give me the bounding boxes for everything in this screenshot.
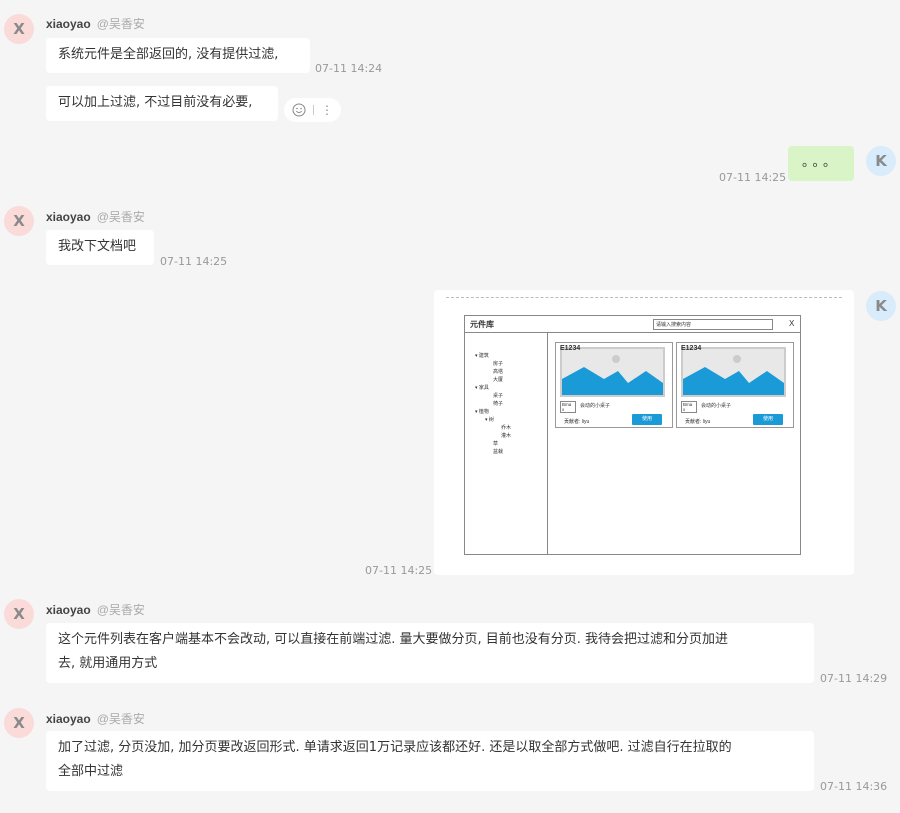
tree-node: ▾ 植物 — [475, 409, 489, 415]
avatar-letter: X — [13, 714, 25, 732]
message-bubble: 。。。 — [788, 146, 854, 181]
author-name: xiaoyao — [46, 712, 91, 726]
tree-node: 房子 — [493, 361, 504, 367]
message-timestamp: 07-11 14:24 — [315, 62, 383, 75]
tree-node: 桌子 — [493, 393, 504, 399]
tree-node: 高塔 — [493, 369, 504, 375]
avatar-letter: K — [875, 152, 887, 170]
component-card: E1234 Bma x 会动的小桌子 贡献者: liyu 使用 — [555, 342, 673, 428]
tree-node: 椅子 — [493, 401, 504, 407]
message-timestamp: 07-11 14:25 — [160, 255, 228, 268]
sender-name: xiaoyao @吴香安 — [46, 208, 145, 225]
message-timestamp: 07-11 14:29 — [820, 672, 888, 685]
message-line: 这个元件列表在客户端基本不会改动, 可以直接在前端过滤. 量大要做分页, 目前也… — [58, 632, 729, 647]
avatar[interactable]: K — [866, 146, 896, 176]
avatar[interactable]: X — [4, 14, 34, 44]
card-tag: Bma x — [560, 401, 576, 413]
tree-node: ▾ 树 — [485, 417, 494, 423]
divider — [465, 332, 800, 333]
author-name: xiaoyao — [46, 603, 91, 617]
message-actions: ⋮ — [284, 98, 341, 122]
card-name: 会动的小桌子 — [701, 403, 732, 409]
tree-node: 盆栽 — [493, 449, 504, 455]
author-handle: @吴香安 — [96, 603, 145, 617]
message-bubble: 加了过滤, 分页没加, 加分页要改返回形式. 单请求返回1万记录应该都还好. 还… — [46, 731, 814, 791]
image-placeholder — [681, 347, 786, 397]
wireframe-title: 元件库 — [470, 320, 494, 329]
card-id: E1234 — [681, 345, 702, 352]
avatar[interactable]: X — [4, 708, 34, 738]
more-vertical-icon[interactable]: ⋮ — [321, 103, 333, 117]
use-button: 使用 — [632, 414, 662, 425]
tree-node: 大厦 — [493, 377, 504, 383]
author-handle: @吴香安 — [96, 17, 145, 31]
message-timestamp: 07-11 14:25 — [719, 171, 787, 184]
smile-icon[interactable] — [292, 103, 306, 117]
avatar[interactable]: X — [4, 599, 34, 629]
avatar[interactable]: K — [866, 291, 896, 321]
avatar-letter: X — [13, 20, 25, 38]
avatar[interactable]: X — [4, 206, 34, 236]
category-tree: ▾ 建筑 房子 高塔 大厦 ▾ 家具 桌子 椅子 ▾ 植物 ▾ 树 乔木 灌木 … — [475, 352, 511, 456]
divider — [547, 332, 548, 554]
tree-node: 草 — [493, 441, 499, 447]
image-attachment[interactable]: 元件库 请输入搜索内容 X ▾ 建筑 房子 高塔 大厦 ▾ 家具 桌子 椅子 ▾… — [434, 290, 854, 575]
author-name: xiaoyao — [46, 17, 91, 31]
message-bubble: 我改下文档吧 — [46, 230, 154, 265]
message-line: 全部中过滤 — [58, 764, 124, 779]
tree-node: 灌木 — [501, 433, 512, 439]
message-timestamp: 07-11 14:36 — [820, 780, 888, 793]
component-card: E1234 Bma x 会动的小桌子 贡献者: liyu 使用 — [676, 342, 794, 428]
message-line: 去, 就用通用方式 — [58, 656, 158, 671]
card-tag: Bma x — [681, 401, 697, 413]
use-button: 使用 — [753, 414, 783, 425]
avatar-letter: K — [875, 297, 887, 315]
author-name: xiaoyao — [46, 210, 91, 224]
image-placeholder — [560, 347, 665, 397]
message-timestamp: 07-11 14:25 — [365, 564, 433, 577]
tree-node: 乔木 — [501, 425, 512, 431]
avatar-letter: X — [13, 212, 25, 230]
message-bubble: 系统元件是全部返回的, 没有提供过滤, — [46, 38, 310, 73]
tree-node: ▾ 家具 — [475, 385, 489, 391]
author-handle: @吴香安 — [96, 712, 145, 726]
close-icon: X — [789, 319, 795, 328]
card-id: E1234 — [560, 345, 581, 352]
sender-name: xiaoyao @吴香安 — [46, 601, 145, 618]
message-line: 加了过滤, 分页没加, 加分页要改返回形式. 单请求返回1万记录应该都还好. 还… — [58, 740, 732, 755]
wireframe-search-input: 请输入搜索内容 — [653, 319, 773, 330]
message-bubble: 这个元件列表在客户端基本不会改动, 可以直接在前端过滤. 量大要做分页, 目前也… — [46, 623, 814, 683]
wireframe-window: 元件库 请输入搜索内容 X ▾ 建筑 房子 高塔 大厦 ▾ 家具 桌子 椅子 ▾… — [464, 315, 801, 555]
message-bubble: 可以加上过滤, 不过目前没有必要, — [46, 86, 278, 121]
sender-name: xiaoyao @吴香安 — [46, 710, 145, 727]
tree-node: ▾ 建筑 — [475, 353, 489, 359]
dashed-line — [446, 297, 842, 298]
card-contributor: 贡献者: liyu — [685, 419, 711, 425]
card-contributor: 贡献者: liyu — [564, 419, 590, 425]
card-name: 会动的小桌子 — [580, 403, 611, 409]
avatar-letter: X — [13, 605, 25, 623]
separator — [313, 105, 314, 115]
sender-name: xiaoyao @吴香安 — [46, 15, 145, 32]
author-handle: @吴香安 — [96, 210, 145, 224]
